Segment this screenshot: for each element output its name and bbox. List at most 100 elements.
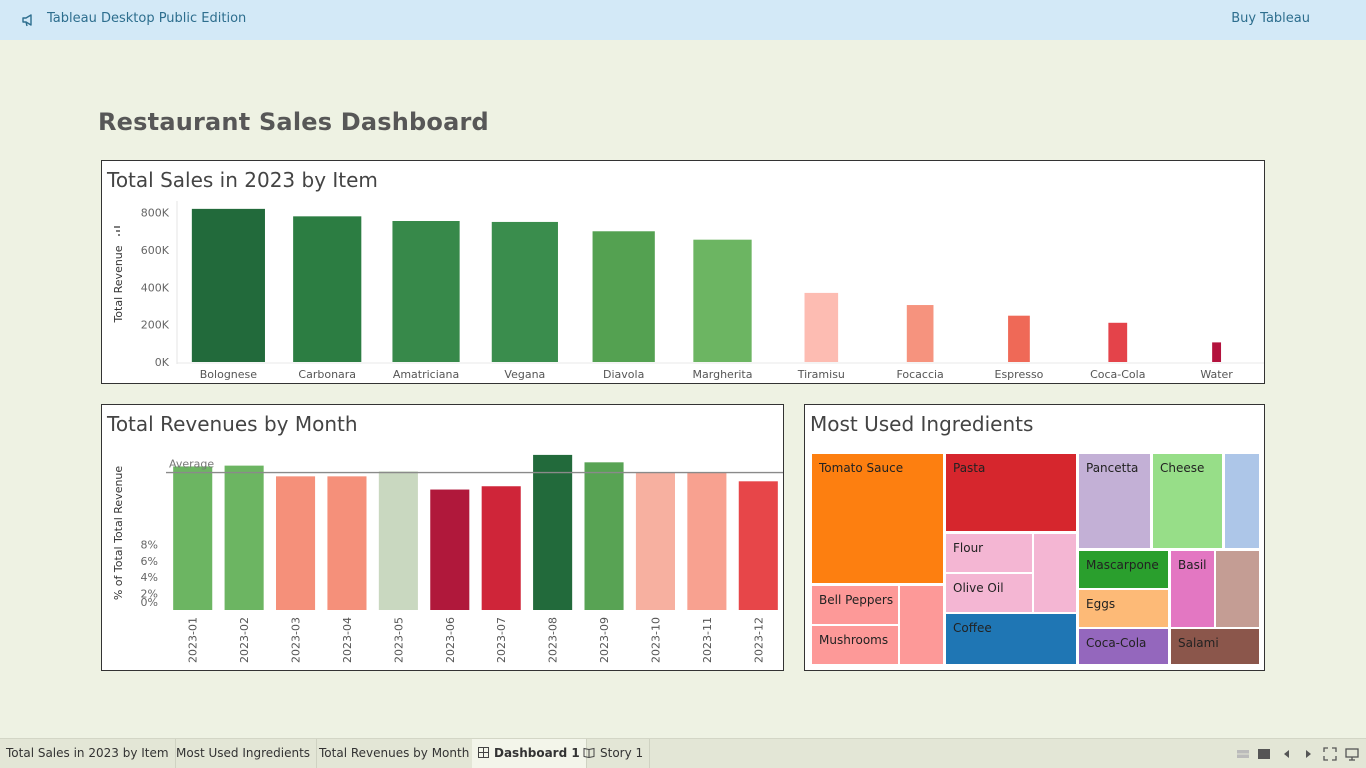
x-tick-label: Vegana bbox=[504, 368, 545, 381]
treemap-label: Salami bbox=[1178, 636, 1219, 650]
x-tick-label: 2023-09 bbox=[598, 617, 611, 663]
x-tick-label: Focaccia bbox=[896, 368, 943, 381]
bar-tiramisu bbox=[804, 292, 839, 362]
bar-water bbox=[1212, 342, 1222, 362]
device-preview-icon[interactable] bbox=[1345, 747, 1359, 761]
bar-bolognese bbox=[191, 208, 265, 362]
bar-coca-cola bbox=[1108, 322, 1128, 362]
x-tick-label: Amatriciana bbox=[393, 368, 459, 381]
x-tick-label: Tiramisu bbox=[797, 368, 845, 381]
treemap-cell-unlabeled[interactable] bbox=[1215, 550, 1260, 628]
x-tick-label: 2023-11 bbox=[701, 617, 714, 663]
x-tick-label: 2023-08 bbox=[547, 617, 560, 663]
sales-by-item-panel[interactable]: Total Sales in 2023 by Item Total Revenu… bbox=[101, 160, 1265, 384]
revenue-by-month-chart[interactable]: % of Total Total Revenue0%2%4%6%8%2023-0… bbox=[102, 405, 783, 670]
show-filmstrip-icon[interactable] bbox=[1257, 747, 1271, 761]
sort-icon bbox=[114, 226, 120, 236]
treemap-cell-unlabeled[interactable] bbox=[1033, 533, 1077, 613]
bar-2023-01 bbox=[173, 466, 213, 610]
treemap-label: Mushrooms bbox=[819, 633, 889, 647]
treemap-cell-unlabeled[interactable] bbox=[899, 585, 944, 665]
treemap-label: Basil bbox=[1178, 558, 1207, 572]
x-tick-label: Diavola bbox=[603, 368, 644, 381]
y-tick-label: 4% bbox=[141, 571, 158, 584]
x-tick-label: 2023-12 bbox=[752, 617, 765, 663]
treemap-cell-pasta[interactable]: Pasta bbox=[945, 453, 1077, 532]
y-tick-label: 600K bbox=[141, 244, 170, 257]
x-tick-label: Carbonara bbox=[298, 368, 356, 381]
ingredients-treemap[interactable]: Tomato Sauce Pasta Pancetta Cheese Flour Oliv… bbox=[805, 405, 1264, 670]
y-axis-title: % of Total Total Revenue bbox=[112, 466, 125, 601]
presentation-mode-icon[interactable] bbox=[1323, 747, 1337, 761]
ingredients-panel[interactable]: Most Used Ingredients Tomato Sauce Pasta P… bbox=[804, 404, 1265, 671]
show-sheet-sorter-icon[interactable] bbox=[1236, 747, 1250, 761]
treemap-label: Olive Oil bbox=[953, 581, 1004, 595]
bar-2023-07 bbox=[481, 486, 521, 610]
tab-most-used-ingredients[interactable]: Most Used Ingredients bbox=[170, 739, 318, 768]
treemap-label: Coca-Cola bbox=[1086, 636, 1147, 650]
x-tick-label: 2023-02 bbox=[238, 617, 251, 663]
x-tick-label: Espresso bbox=[995, 368, 1044, 381]
tab-total-sales[interactable]: Total Sales in 2023 by Item bbox=[0, 739, 176, 768]
treemap-cell-unlabeled[interactable] bbox=[1224, 453, 1260, 549]
treemap-cell-mascarpone[interactable]: Mascarpone bbox=[1078, 550, 1169, 589]
treemap-label: Cheese bbox=[1160, 461, 1205, 475]
treemap-cell-olive-oil[interactable]: Olive Oil bbox=[945, 573, 1033, 613]
treemap-cell-coca-cola[interactable]: Coca-Cola bbox=[1078, 628, 1169, 665]
treemap-cell-pancetta[interactable]: Pancetta bbox=[1078, 453, 1151, 549]
treemap-label: Pancetta bbox=[1086, 461, 1139, 475]
tab-dashboard-1[interactable]: Dashboard 1 bbox=[472, 739, 587, 768]
y-tick-label: 800K bbox=[141, 207, 170, 220]
dashboard-title: Restaurant Sales Dashboard bbox=[98, 108, 489, 136]
sales-by-item-chart[interactable]: Total Revenue 0K 200K 400K 600K 800K Bolognese… bbox=[102, 161, 1264, 383]
x-tick-label: 2023-06 bbox=[444, 617, 457, 663]
treemap-cell-eggs[interactable]: Eggs bbox=[1078, 589, 1169, 628]
bar-2023-09 bbox=[584, 462, 624, 610]
x-tick-label: 2023-04 bbox=[341, 617, 354, 663]
treemap-cell-bell-peppers[interactable]: Bell Peppers bbox=[811, 585, 899, 625]
treemap-label: Tomato Sauce bbox=[819, 461, 904, 475]
bar-2023-03 bbox=[276, 476, 316, 610]
treemap-cell-coffee[interactable]: Coffee bbox=[945, 613, 1077, 665]
megaphone-icon bbox=[22, 14, 32, 27]
x-tick-label: Margherita bbox=[693, 368, 753, 381]
bar-2023-05 bbox=[378, 471, 418, 610]
bar-2023-06 bbox=[430, 489, 470, 610]
bar-2023-10 bbox=[635, 472, 675, 610]
bar-2023-04 bbox=[327, 476, 367, 610]
average-label: Average bbox=[169, 458, 214, 471]
x-tick-label: 2023-07 bbox=[495, 617, 508, 663]
dashboard-grid-icon bbox=[478, 747, 489, 758]
treemap-cell-basil[interactable]: Basil bbox=[1170, 550, 1215, 628]
treemap-cell-cheese[interactable]: Cheese bbox=[1152, 453, 1223, 549]
x-tick-label: 2023-01 bbox=[187, 617, 200, 663]
next-sheet-icon[interactable] bbox=[1301, 747, 1315, 761]
revenue-by-month-panel[interactable]: Total Revenues by Month % of Total Total… bbox=[101, 404, 784, 671]
bar-2023-11 bbox=[687, 472, 727, 610]
story-book-icon bbox=[583, 747, 595, 758]
x-tick-label: 2023-03 bbox=[290, 617, 303, 663]
x-tick-label: 2023-10 bbox=[649, 617, 662, 663]
treemap-cell-tomato-sauce[interactable]: Tomato Sauce bbox=[811, 453, 944, 584]
y-tick-label: 400K bbox=[141, 281, 170, 294]
treemap-cell-salami[interactable]: Salami bbox=[1170, 628, 1260, 665]
tab-total-revenues[interactable]: Total Revenues by Month bbox=[313, 739, 477, 768]
bar-vegana bbox=[491, 221, 558, 362]
x-tick-label: 2023-05 bbox=[392, 617, 405, 663]
bar-2023-08 bbox=[533, 454, 573, 610]
prev-sheet-icon[interactable] bbox=[1280, 747, 1294, 761]
treemap-label: Flour bbox=[953, 541, 984, 555]
buy-tableau-link[interactable]: Buy Tableau bbox=[1231, 11, 1310, 26]
bar-espresso bbox=[1008, 315, 1030, 362]
treemap-cell-mushrooms[interactable]: Mushrooms bbox=[811, 625, 899, 665]
bar-margherita bbox=[693, 239, 752, 362]
bar-2023-02 bbox=[224, 465, 264, 610]
y-tick-label: 2% bbox=[141, 588, 158, 601]
treemap-label: Mascarpone bbox=[1086, 558, 1159, 572]
treemap-cell-flour[interactable]: Flour bbox=[945, 533, 1033, 573]
bar-carbonara bbox=[293, 216, 362, 362]
y-tick-label: 6% bbox=[141, 555, 158, 568]
x-tick-label: Bolognese bbox=[200, 368, 258, 381]
tab-story-1[interactable]: Story 1 bbox=[577, 739, 651, 768]
tab-label: Total Sales in 2023 by Item bbox=[6, 746, 169, 760]
